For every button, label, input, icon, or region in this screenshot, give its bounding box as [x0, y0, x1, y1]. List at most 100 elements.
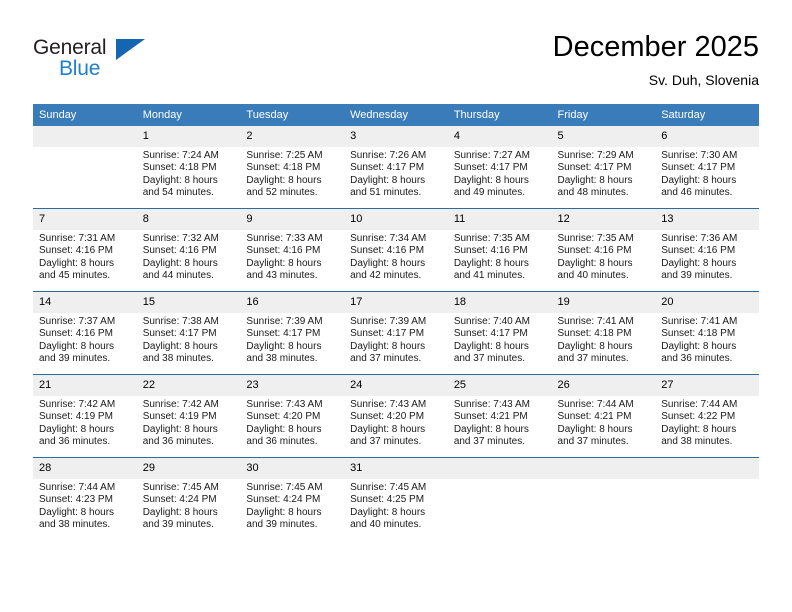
daylight-text-line1: Daylight: 8 hours — [661, 340, 737, 352]
daylight-text-line1: Daylight: 8 hours — [453, 423, 529, 435]
calendar-day-cell[interactable]: 31 Sunrise: 7:45 AM Sunset: 4:25 PM Dayligh… — [344, 457, 448, 540]
calendar-day-cell[interactable]: 20 Sunrise: 7:41 AM Sunset: 4:18 PM Dayligh… — [655, 291, 759, 375]
sunrise-text: Sunrise: 7:25 AM — [246, 150, 323, 161]
day-number — [551, 458, 656, 479]
day-number: 8 — [136, 209, 241, 230]
day-cell-inner: 14 Sunrise: 7:37 AM Sunset: 4:16 PM Dayligh… — [33, 292, 137, 374]
sunset-text: Sunset: 4:17 PM — [350, 162, 425, 174]
sunset-text: Sunset: 4:17 PM — [453, 328, 528, 340]
calendar-day-cell[interactable]: 23 Sunrise: 7:43 AM Sunset: 4:20 PM Dayligh… — [240, 374, 345, 458]
day-details: Sunrise: 7:25 AM Sunset: 4:18 PM Daylight:… — [240, 147, 344, 200]
day-details — [33, 147, 137, 150]
calendar-day-cell[interactable]: 10 Sunrise: 7:34 AM Sunset: 4:16 PM Dayligh… — [344, 208, 448, 292]
day-cell-inner: 8 Sunrise: 7:32 AM Sunset: 4:16 PM Daylight… — [136, 209, 241, 291]
calendar-day-cell[interactable]: 25 Sunrise: 7:43 AM Sunset: 4:21 PM Dayligh… — [447, 374, 552, 458]
day-number: 30 — [240, 458, 345, 479]
daylight-text-line2: and 41 minutes. — [453, 270, 525, 282]
sunrise-text: Sunrise: 7:32 AM — [142, 233, 219, 244]
day-cell-inner: 9 Sunrise: 7:33 AM Sunset: 4:16 PM Daylight… — [240, 209, 345, 291]
sunset-text: Sunset: 4:17 PM — [350, 328, 425, 340]
daylight-text-line1: Daylight: 8 hours — [661, 423, 737, 435]
calendar-day-cell[interactable]: 4 Sunrise: 7:27 AM Sunset: 4:17 PM Daylight… — [447, 126, 552, 209]
sunset-text: Sunset: 4:19 PM — [39, 411, 113, 423]
daylight-text-line1: Daylight: 8 hours — [453, 174, 529, 186]
day-details: Sunrise: 7:29 AM Sunset: 4:17 PM Daylight:… — [552, 147, 656, 200]
sunset-text: Sunset: 4:17 PM — [453, 162, 528, 174]
day-details: Sunrise: 7:26 AM Sunset: 4:17 PM Daylight:… — [344, 147, 448, 200]
calendar-day-cell[interactable]: 16 Sunrise: 7:39 AM Sunset: 4:17 PM Dayligh… — [240, 291, 345, 375]
daylight-text-line1: Daylight: 8 hours — [557, 257, 633, 269]
sunset-text: Sunset: 4:16 PM — [246, 245, 321, 257]
day-details: Sunrise: 7:45 AM Sunset: 4:24 PM Daylight:… — [137, 479, 241, 532]
day-details: Sunrise: 7:43 AM Sunset: 4:20 PM Daylight:… — [240, 396, 344, 449]
day-details: Sunrise: 7:43 AM Sunset: 4:20 PM Daylight:… — [344, 396, 448, 449]
day-details — [552, 479, 656, 482]
calendar-day-cell[interactable]: 13 Sunrise: 7:36 AM Sunset: 4:16 PM Dayligh… — [655, 208, 759, 292]
sunrise-text: Sunrise: 7:34 AM — [350, 233, 427, 244]
sunrise-text: Sunrise: 7:26 AM — [350, 150, 427, 161]
day-cell-inner: 22 Sunrise: 7:42 AM Sunset: 4:19 PM Dayligh… — [136, 375, 241, 457]
calendar-day-cell[interactable]: 21 Sunrise: 7:42 AM Sunset: 4:19 PM Dayligh… — [33, 374, 137, 458]
calendar-week-row: 7 Sunrise: 7:31 AM Sunset: 4:16 PM Daylight… — [33, 208, 759, 292]
calendar-day-cell[interactable]: 6 Sunrise: 7:30 AM Sunset: 4:17 PM Daylight… — [655, 126, 759, 209]
daylight-text-line2: and 43 minutes. — [246, 270, 318, 282]
calendar-day-cell[interactable]: 2 Sunrise: 7:25 AM Sunset: 4:18 PM Daylight… — [240, 126, 345, 209]
sunset-text: Sunset: 4:16 PM — [661, 245, 736, 257]
calendar-head: Sunday Monday Tuesday Wednesday Thursday… — [33, 104, 759, 126]
calendar-day-cell-empty — [655, 457, 759, 540]
daylight-text-line2: and 36 minutes. — [39, 436, 111, 448]
day-cell-inner: 25 Sunrise: 7:43 AM Sunset: 4:21 PM Dayligh… — [447, 375, 552, 457]
calendar-day-cell[interactable]: 11 Sunrise: 7:35 AM Sunset: 4:16 PM Dayligh… — [447, 208, 552, 292]
day-cell-inner: 24 Sunrise: 7:43 AM Sunset: 4:20 PM Dayligh… — [344, 375, 448, 457]
day-cell-inner: 3 Sunrise: 7:26 AM Sunset: 4:17 PM Daylight… — [344, 126, 448, 208]
calendar-day-cell[interactable]: 12 Sunrise: 7:35 AM Sunset: 4:16 PM Dayligh… — [551, 208, 656, 292]
calendar-day-cell[interactable]: 19 Sunrise: 7:41 AM Sunset: 4:18 PM Dayligh… — [551, 291, 656, 375]
day-cell-inner: 11 Sunrise: 7:35 AM Sunset: 4:16 PM Dayligh… — [447, 209, 552, 291]
weekday-header-tuesday: Tuesday — [240, 104, 345, 126]
calendar-day-cell[interactable]: 15 Sunrise: 7:38 AM Sunset: 4:17 PM Dayligh… — [136, 291, 241, 375]
calendar-day-cell[interactable]: 29 Sunrise: 7:45 AM Sunset: 4:24 PM Dayligh… — [136, 457, 241, 540]
calendar-day-cell[interactable]: 18 Sunrise: 7:40 AM Sunset: 4:17 PM Dayligh… — [447, 291, 552, 375]
daylight-text-line1: Daylight: 8 hours — [246, 506, 322, 518]
calendar-day-cell[interactable]: 28 Sunrise: 7:44 AM Sunset: 4:23 PM Dayligh… — [33, 457, 137, 540]
sunset-text: Sunset: 4:16 PM — [39, 245, 113, 257]
daylight-text-line2: and 37 minutes. — [557, 436, 629, 448]
day-number — [655, 458, 759, 479]
day-cell-inner: 26 Sunrise: 7:44 AM Sunset: 4:21 PM Dayligh… — [551, 375, 656, 457]
calendar-day-cell[interactable]: 8 Sunrise: 7:32 AM Sunset: 4:16 PM Daylight… — [136, 208, 241, 292]
day-number: 4 — [447, 126, 552, 147]
calendar-day-cell[interactable]: 14 Sunrise: 7:37 AM Sunset: 4:16 PM Dayligh… — [33, 291, 137, 375]
calendar-day-cell[interactable]: 3 Sunrise: 7:26 AM Sunset: 4:17 PM Daylight… — [344, 126, 448, 209]
calendar-day-cell[interactable]: 24 Sunrise: 7:43 AM Sunset: 4:20 PM Dayligh… — [344, 374, 448, 458]
sunset-text: Sunset: 4:16 PM — [142, 245, 217, 257]
day-details: Sunrise: 7:41 AM Sunset: 4:18 PM Daylight:… — [552, 313, 656, 366]
calendar-day-cell[interactable]: 27 Sunrise: 7:44 AM Sunset: 4:22 PM Dayligh… — [655, 374, 759, 458]
calendar-day-cell[interactable]: 7 Sunrise: 7:31 AM Sunset: 4:16 PM Daylight… — [33, 208, 137, 292]
page-title: December 2025 — [552, 31, 759, 63]
calendar-day-cell[interactable]: 22 Sunrise: 7:42 AM Sunset: 4:19 PM Dayligh… — [136, 374, 241, 458]
day-number: 28 — [33, 458, 137, 479]
calendar-day-cell[interactable]: 26 Sunrise: 7:44 AM Sunset: 4:21 PM Dayligh… — [551, 374, 656, 458]
daylight-text-line2: and 46 minutes. — [661, 187, 733, 199]
daylight-text-line1: Daylight: 8 hours — [557, 423, 633, 435]
calendar-day-cell[interactable]: 9 Sunrise: 7:33 AM Sunset: 4:16 PM Daylight… — [240, 208, 345, 292]
day-cell-inner: 17 Sunrise: 7:39 AM Sunset: 4:17 PM Dayligh… — [344, 292, 448, 374]
day-number: 13 — [655, 209, 759, 230]
calendar-day-cell[interactable]: 5 Sunrise: 7:29 AM Sunset: 4:17 PM Daylight… — [551, 126, 656, 209]
calendar-day-cell[interactable]: 30 Sunrise: 7:45 AM Sunset: 4:24 PM Dayligh… — [240, 457, 345, 540]
day-cell-inner: 5 Sunrise: 7:29 AM Sunset: 4:17 PM Daylight… — [551, 126, 656, 208]
day-details: Sunrise: 7:42 AM Sunset: 4:19 PM Daylight:… — [137, 396, 241, 449]
daylight-text-line1: Daylight: 8 hours — [39, 423, 115, 435]
day-cell-inner: 16 Sunrise: 7:39 AM Sunset: 4:17 PM Dayligh… — [240, 292, 345, 374]
general-blue-logo[interactable]: General Blue — [33, 36, 193, 88]
daylight-text-line2: and 39 minutes. — [661, 270, 733, 282]
calendar-day-cell-empty — [33, 126, 137, 209]
daylight-text-line1: Daylight: 8 hours — [350, 257, 426, 269]
sunset-text: Sunset: 4:18 PM — [661, 328, 736, 340]
calendar-day-cell[interactable]: 17 Sunrise: 7:39 AM Sunset: 4:17 PM Dayligh… — [344, 291, 448, 375]
day-cell-inner: 29 Sunrise: 7:45 AM Sunset: 4:24 PM Dayligh… — [136, 458, 241, 540]
sunset-text: Sunset: 4:16 PM — [350, 245, 425, 257]
calendar-day-cell-empty — [447, 457, 552, 540]
calendar-day-cell[interactable]: 1 Sunrise: 7:24 AM Sunset: 4:18 PM Daylight… — [136, 126, 241, 209]
day-cell-inner: 15 Sunrise: 7:38 AM Sunset: 4:17 PM Dayligh… — [136, 292, 241, 374]
